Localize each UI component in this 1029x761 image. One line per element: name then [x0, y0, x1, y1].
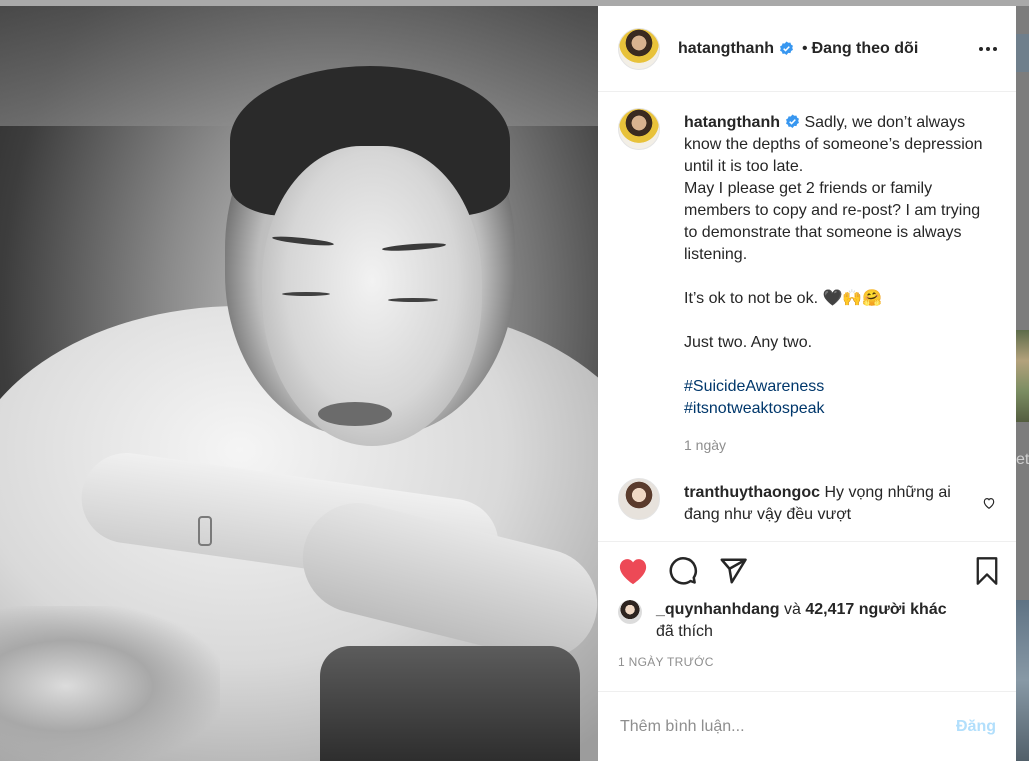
header-separator: •: [802, 39, 808, 57]
background-page-thumbnail: [1016, 34, 1029, 72]
caption-time[interactable]: 1 ngày: [684, 434, 994, 456]
verified-icon: [780, 41, 793, 55]
caption-text-4: Just two. Any two.: [684, 334, 813, 351]
caption-username[interactable]: hatangthanh: [684, 114, 780, 131]
likes-connector: và: [779, 601, 806, 618]
comment-button[interactable]: [668, 556, 698, 586]
verified-icon: [786, 114, 799, 128]
background-page-fragment: eta: [1016, 440, 1029, 480]
background-page-thumbnail: [1016, 330, 1029, 422]
more-icon: [979, 46, 997, 51]
post-side-panel: hatangthanh • Đang theo dõi hatangthanh: [598, 6, 1016, 761]
post-modal: hatangthanh • Đang theo dõi hatangthanh: [0, 6, 1016, 761]
liker-username[interactable]: _quynhanhdang: [656, 601, 780, 618]
post-photo: [0, 6, 598, 761]
author-avatar[interactable]: [618, 27, 660, 70]
add-comment-bar: Đăng: [598, 691, 1016, 761]
post-comment-button[interactable]: Đăng: [956, 718, 996, 736]
likes-summary: _quynhanhdang và 42,417 người khác đã th…: [598, 599, 1016, 643]
comment-input[interactable]: [618, 716, 956, 737]
follow-status-button[interactable]: Đang theo dõi: [812, 40, 919, 58]
commenter-avatar[interactable]: [618, 478, 660, 520]
post-header: hatangthanh • Đang theo dõi: [598, 6, 1016, 92]
author-username[interactable]: hatangthanh: [678, 40, 774, 58]
caption-text-3: It’s ok to not be ok. 🖤🙌🤗: [684, 290, 883, 307]
liker-avatar[interactable]: [618, 600, 642, 624]
save-button[interactable]: [972, 556, 1002, 586]
heart-icon: [619, 558, 647, 584]
share-button[interactable]: [718, 556, 748, 586]
likes-suffix: đã thích: [656, 623, 713, 640]
bookmark-icon: [976, 556, 998, 585]
comments-section[interactable]: hatangthanh Sadly, we don’t always know …: [598, 92, 1016, 541]
comment-item: tranthuythaongoc Hy vọng những ai đang n…: [618, 478, 1000, 526]
action-bar: [598, 541, 1016, 599]
like-button[interactable]: [618, 556, 648, 586]
commenter-username[interactable]: tranthuythaongoc: [684, 484, 820, 501]
background-page-thumbnail: [1016, 600, 1029, 761]
posted-time[interactable]: 1 NGÀY TRƯỚC: [598, 643, 1016, 677]
comment-icon: [669, 556, 697, 585]
caption: hatangthanh Sadly, we don’t always know …: [618, 108, 1000, 456]
share-icon: [720, 558, 747, 583]
likes-count[interactable]: 42,417 người khác: [805, 601, 946, 618]
hashtag-link[interactable]: #SuicideAwareness: [684, 378, 824, 395]
caption-text-2: May I please get 2 friends or family mem…: [684, 180, 981, 263]
heart-outline-icon[interactable]: [982, 496, 996, 510]
hashtag-link[interactable]: #itsnotweaktospeak: [684, 400, 825, 417]
more-options-button[interactable]: [976, 37, 1000, 61]
caption-avatar[interactable]: [618, 108, 660, 150]
